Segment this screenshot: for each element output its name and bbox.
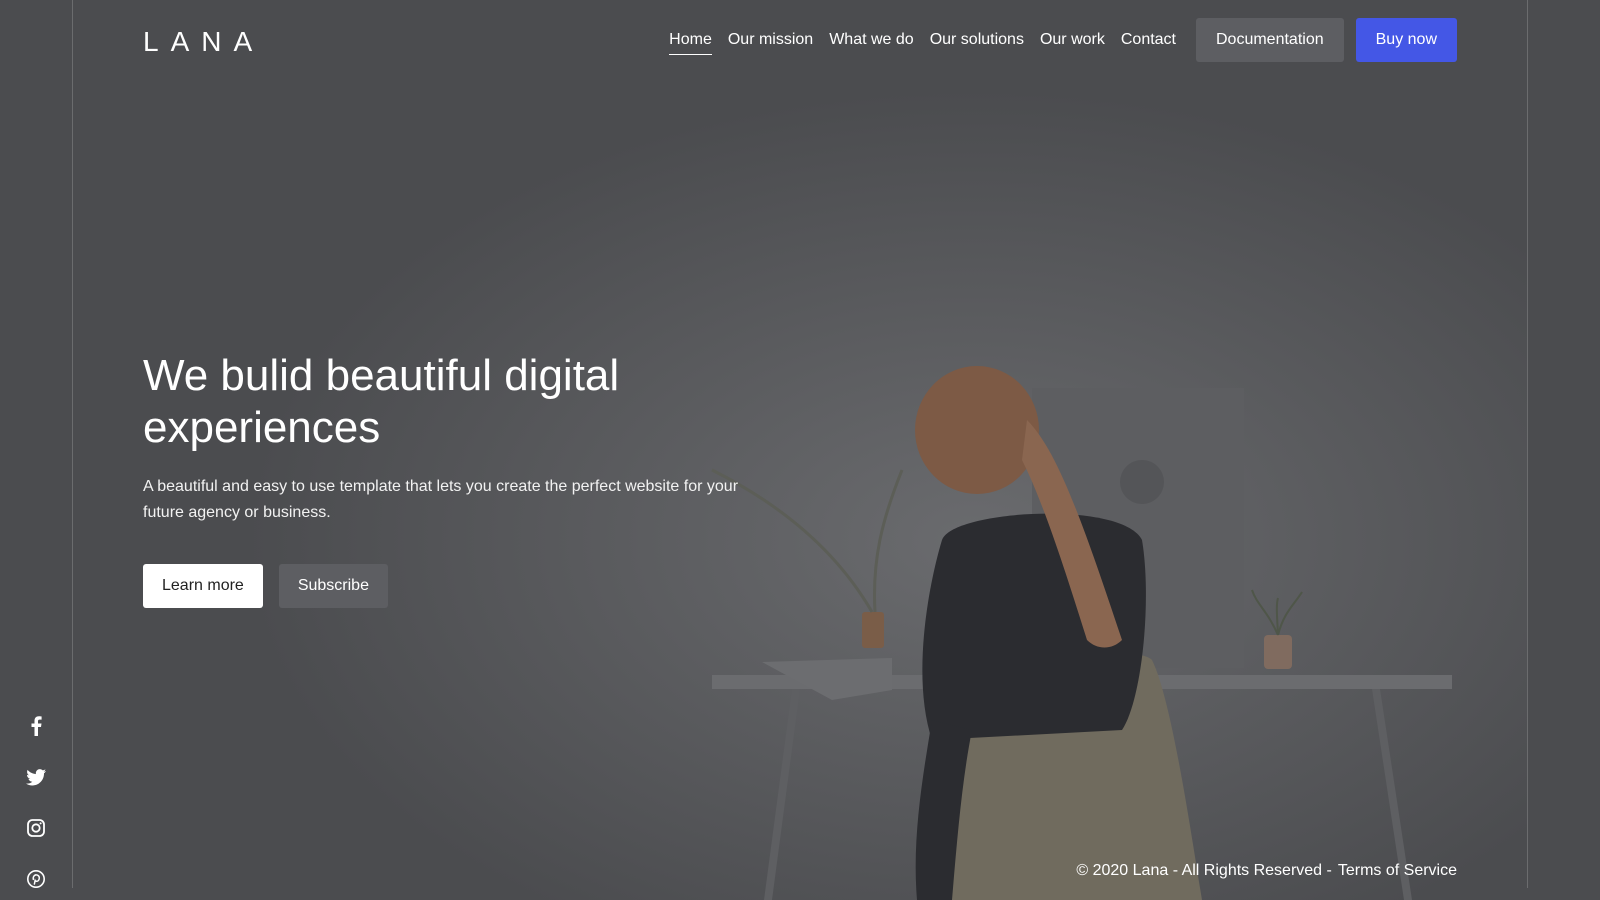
learn-more-button[interactable]: Learn more [143,564,263,608]
main-navigation: Home Our mission What we do Our solution… [669,18,1457,62]
nav-item-our-work[interactable]: Our work [1040,25,1105,55]
twitter-icon[interactable] [26,767,46,787]
hero-actions: Learn more Subscribe [143,564,388,608]
hero-description: A beautiful and easy to use template tha… [143,478,739,521]
nav-item-contact[interactable]: Contact [1121,25,1176,55]
nav-item-our-mission[interactable]: Our mission [728,25,813,55]
nav-item-our-solutions[interactable]: Our solutions [930,25,1024,55]
right-divider-line [1527,0,1528,888]
left-divider-line [72,0,73,888]
buy-now-button[interactable]: Buy now [1355,18,1457,62]
footer: © 2020 Lana - All Rights Reserved - Term… [1076,862,1457,880]
footer-copyright: © 2020 Lana - All Rights Reserved - [1076,862,1332,879]
terms-of-service-link[interactable]: Terms of Service [1338,862,1457,880]
hero-title: We bulid beautiful digital experiences [143,351,620,452]
instagram-icon[interactable] [26,818,46,838]
nav-item-home[interactable]: Home [669,25,712,55]
subscribe-button[interactable]: Subscribe [278,564,388,608]
facebook-icon[interactable] [26,716,46,736]
pinterest-icon[interactable] [26,869,46,889]
brand-logo[interactable]: LANA [143,26,264,58]
nav-item-what-we-do[interactable]: What we do [829,25,913,55]
social-links [24,716,48,889]
landing-page: LANA Home Our mission What we do Our sol… [0,0,1600,900]
documentation-button[interactable]: Documentation [1196,18,1344,62]
